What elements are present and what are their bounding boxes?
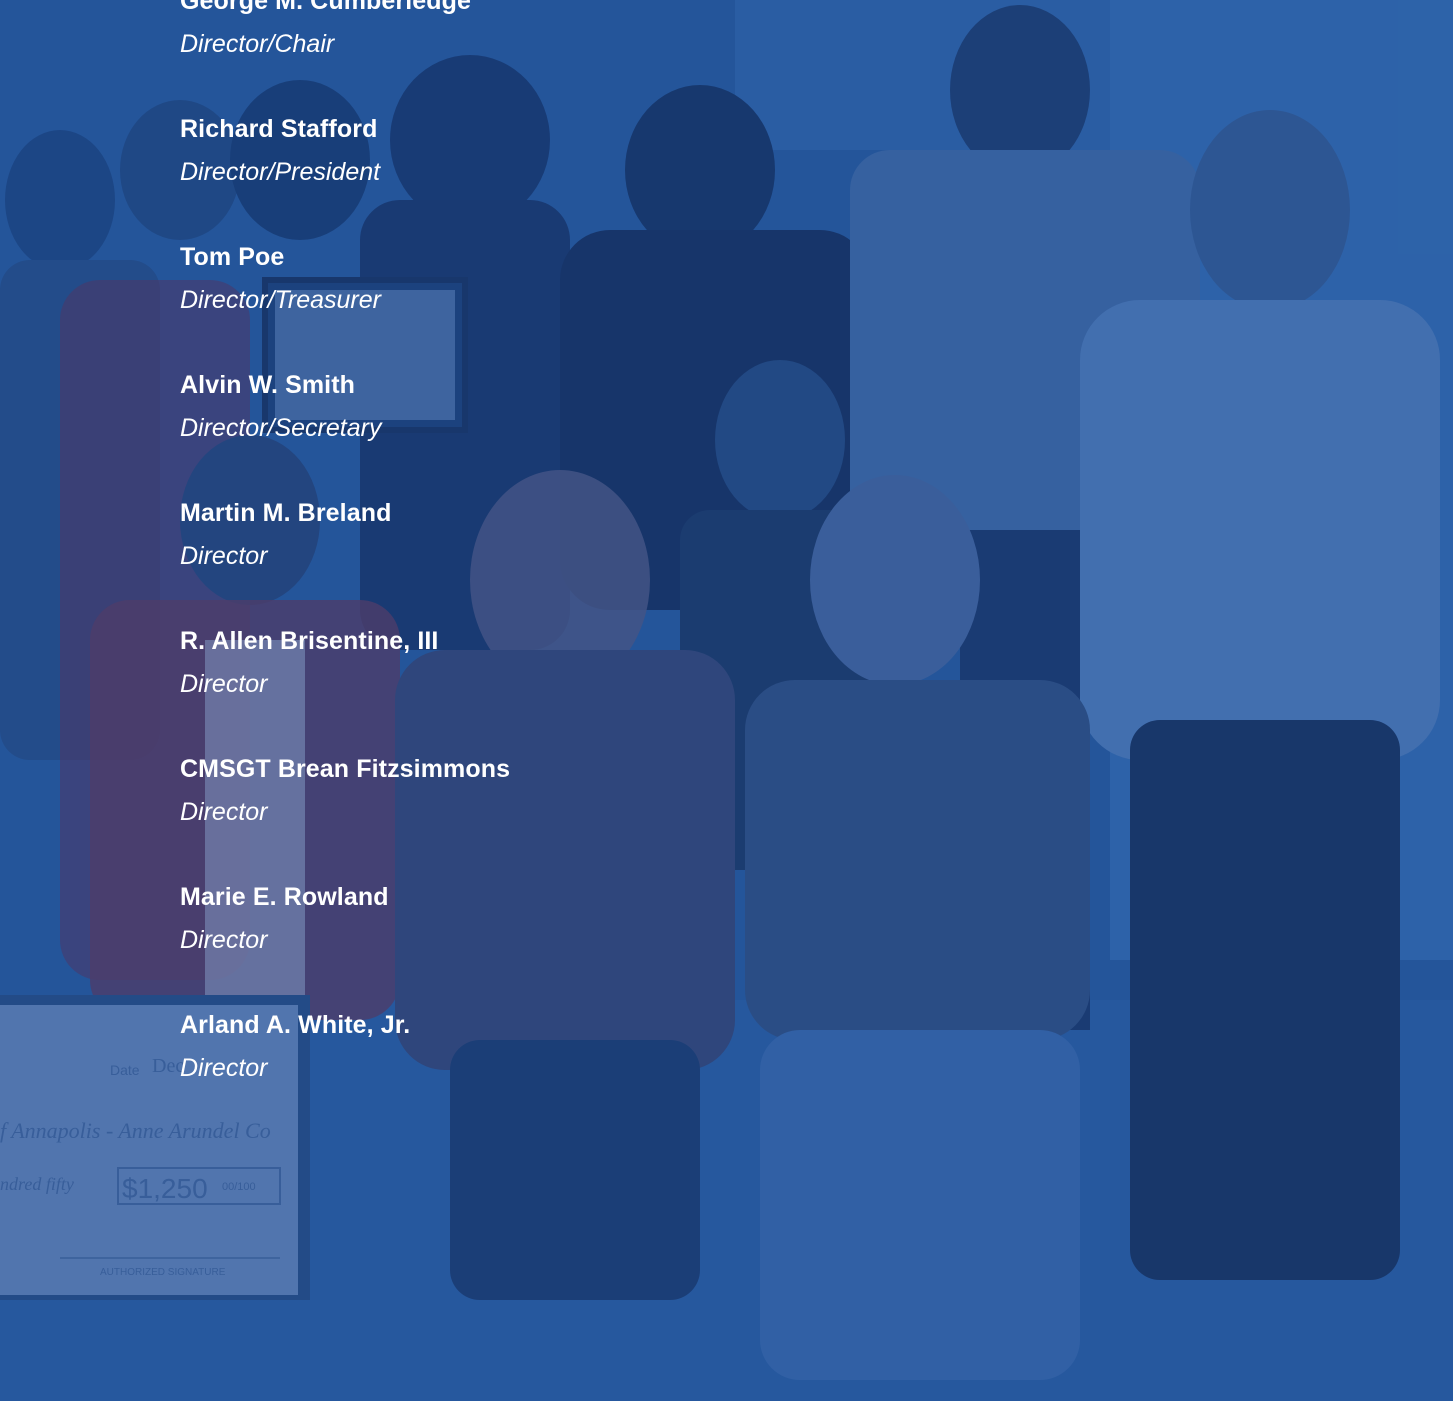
- director-name: Arland A. White, Jr.: [180, 1011, 411, 1039]
- director-entry: Richard Stafford Director/President: [180, 114, 780, 242]
- director-entry: Marie E. Rowland Director: [180, 882, 780, 1010]
- director-entry: George M. Cumberledge Director/Chair: [180, 0, 780, 114]
- director-role: Director: [180, 798, 268, 826]
- director-name: Marie E. Rowland: [180, 883, 389, 911]
- director-name: R. Allen Brisentine, III: [180, 627, 439, 655]
- director-role: Director/Treasurer: [180, 286, 381, 314]
- director-name: Richard Stafford: [180, 115, 378, 143]
- director-entry: Martin M. Breland Director: [180, 498, 780, 626]
- director-name: Martin M. Breland: [180, 499, 392, 527]
- director-role: Director: [180, 542, 268, 570]
- director-entry: Arland A. White, Jr. Director: [180, 1010, 780, 1138]
- director-role: Director: [180, 926, 268, 954]
- director-name: CMSGT Brean Fitzsimmons: [180, 755, 511, 783]
- director-name: George M. Cumberledge: [180, 0, 472, 15]
- director-role: Director/Secretary: [180, 414, 382, 442]
- director-entry: CMSGT Brean Fitzsimmons Director: [180, 754, 780, 882]
- director-entry: Tom Poe Director/Treasurer: [180, 242, 780, 370]
- director-name: Tom Poe: [180, 243, 285, 271]
- director-role: Director: [180, 1054, 268, 1082]
- board-of-directors-list: George M. Cumberledge Director/Chair Ric…: [180, 0, 780, 1138]
- director-role: Director: [180, 670, 268, 698]
- director-role: Director/Chair: [180, 30, 335, 58]
- director-name: Alvin W. Smith: [180, 371, 356, 399]
- director-entry: R. Allen Brisentine, III Director: [180, 626, 780, 754]
- director-role: Director/President: [180, 158, 381, 186]
- director-entry: Alvin W. Smith Director/Secretary: [180, 370, 780, 498]
